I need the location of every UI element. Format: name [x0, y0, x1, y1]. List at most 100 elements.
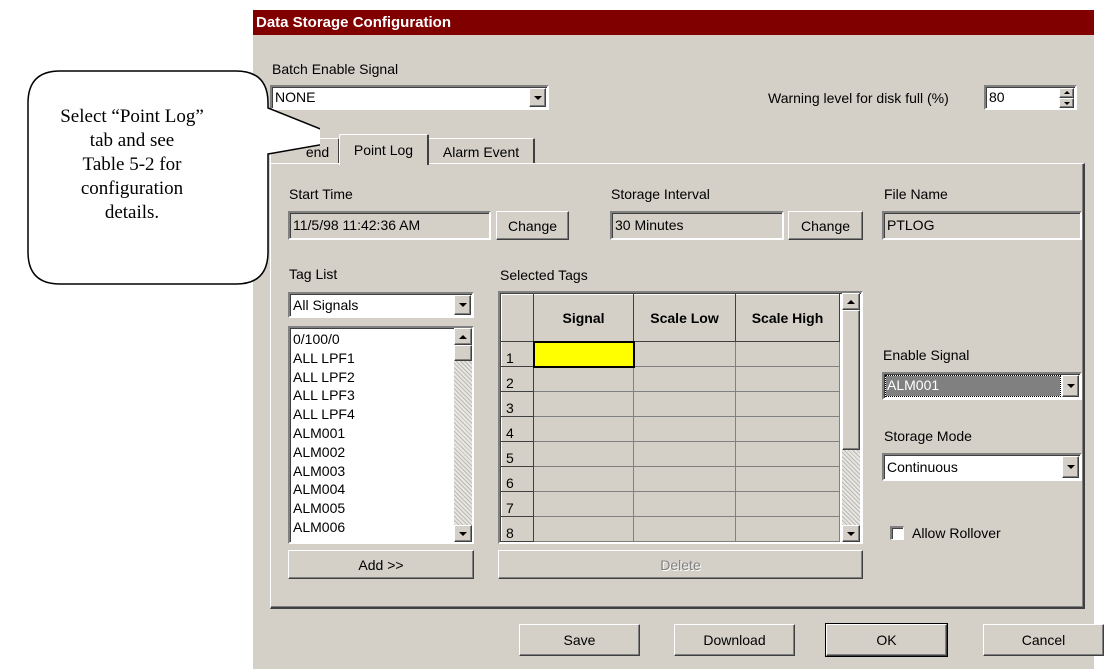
table-row: 6 [501, 466, 840, 492]
list-item[interactable]: ALM006 [293, 518, 355, 537]
scale-high-cell[interactable] [735, 341, 840, 367]
tag-listbox[interactable]: 0/100/0 ALL LPF1 ALL LPF2 ALL LPF3 ALL L… [288, 326, 474, 544]
storage-interval-field: 30 Minutes [610, 211, 784, 240]
list-item[interactable]: ALM002 [293, 443, 355, 462]
list-item[interactable]: ALM005 [293, 499, 355, 518]
row-number[interactable]: 2 [501, 366, 534, 392]
file-name-label: File Name [884, 186, 948, 202]
signal-cell[interactable] [533, 516, 634, 542]
scale-low-cell[interactable] [633, 416, 736, 442]
list-item[interactable]: ALL LPF2 [293, 368, 355, 387]
table-row: 1 [501, 340, 840, 368]
signal-cell[interactable] [533, 391, 634, 417]
scale-high-cell[interactable] [735, 441, 840, 467]
column-header-scale-high[interactable]: Scale High [735, 294, 840, 342]
list-item[interactable]: ALL LPF1 [293, 349, 355, 368]
list-item[interactable]: ALL LPF3 [293, 386, 355, 405]
signal-cell[interactable] [533, 416, 634, 442]
scale-low-cell[interactable] [633, 341, 736, 367]
chevron-down-icon [458, 303, 467, 307]
signal-cell[interactable] [533, 366, 634, 392]
chevron-down-icon [533, 95, 542, 100]
row-number[interactable]: 6 [501, 466, 534, 492]
row-number[interactable]: 3 [501, 391, 534, 417]
scale-high-cell[interactable] [735, 416, 840, 442]
arrow-down-icon [459, 531, 467, 536]
storage-mode-dropdown-button[interactable] [1062, 456, 1079, 478]
scale-low-cell[interactable] [633, 441, 736, 467]
column-header-signal[interactable]: Signal [533, 294, 634, 342]
row-number[interactable]: 7 [501, 491, 534, 517]
scale-low-cell[interactable] [633, 466, 736, 492]
callout-line: details. [104, 202, 160, 223]
delete-button[interactable]: Delete [498, 550, 863, 579]
list-item[interactable]: ALM003 [293, 462, 355, 481]
spinner-down-button[interactable] [1059, 98, 1074, 108]
list-item[interactable]: 0/100/0 [293, 330, 355, 349]
scale-low-cell[interactable] [633, 516, 736, 542]
scale-low-cell[interactable] [633, 491, 736, 517]
tab-alarm-event-label: Alarm Event [442, 143, 520, 160]
selected-tags-grid[interactable]: Signal Scale Low Scale High 1 2 3 4 5 6 … [498, 291, 863, 544]
signal-cell[interactable] [533, 466, 634, 492]
save-button[interactable]: Save [519, 624, 640, 656]
table-row: 3 [501, 391, 840, 417]
spinner-up-button[interactable] [1059, 88, 1074, 98]
scale-high-cell[interactable] [735, 491, 840, 517]
scale-high-cell[interactable] [735, 391, 840, 417]
start-time-change-button[interactable]: Change [496, 211, 569, 240]
column-header-scale-low[interactable]: Scale Low [633, 294, 736, 342]
download-button[interactable]: Download [674, 624, 795, 656]
tab-point-log[interactable]: Point Log [339, 134, 429, 165]
scale-high-cell[interactable] [735, 466, 840, 492]
storage-mode-select[interactable]: Continuous [882, 453, 1082, 481]
arrow-down-icon [1063, 102, 1070, 105]
scale-low-cell[interactable] [633, 391, 736, 417]
grid-scroll-thumb[interactable] [842, 310, 860, 450]
enable-signal-select[interactable]: ALM001 [882, 372, 1082, 400]
enable-signal-label: Enable Signal [883, 347, 970, 363]
storage-interval-change-button[interactable]: Change [788, 211, 863, 240]
list-item[interactable]: ALM004 [293, 480, 355, 499]
callout-line: Table 5-2 for [82, 154, 182, 175]
callout-text: Select “Point Log” tab and see Table 5-2… [44, 105, 220, 225]
enable-signal-value: ALM001 [885, 375, 1061, 397]
file-name-field[interactable]: PTLOG [882, 211, 1082, 240]
row-number[interactable]: 5 [501, 441, 534, 467]
add-button[interactable]: Add >> [288, 550, 474, 579]
table-row: 8 [501, 516, 840, 542]
scale-high-cell[interactable] [735, 516, 840, 542]
grid-scroll-up-button[interactable] [842, 293, 860, 310]
warning-level-spinner[interactable]: 80 [984, 85, 1077, 110]
tag-list-items: 0/100/0 ALL LPF1 ALL LPF2 ALL LPF3 ALL L… [293, 330, 355, 537]
tag-filter-dropdown-button[interactable] [454, 295, 471, 315]
signal-cell[interactable] [533, 441, 634, 467]
storage-interval-label: Storage Interval [611, 186, 710, 202]
scroll-down-button[interactable] [454, 525, 472, 542]
scale-low-cell[interactable] [633, 366, 736, 392]
row-number[interactable]: 8 [501, 516, 534, 542]
allow-rollover-checkbox[interactable] [890, 526, 904, 540]
table-row: 7 [501, 491, 840, 517]
storage-interval-value: 30 Minutes [615, 217, 684, 233]
scroll-up-button[interactable] [454, 328, 472, 345]
enable-signal-dropdown-button[interactable] [1062, 375, 1079, 397]
ok-button[interactable]: OK [825, 623, 948, 657]
signal-cell[interactable] [533, 491, 634, 517]
grid-scroll-down-button[interactable] [842, 525, 860, 542]
list-item[interactable]: ALL LPF4 [293, 405, 355, 424]
list-item[interactable]: ALM001 [293, 424, 355, 443]
arrow-up-icon [1063, 91, 1070, 94]
signal-cell-selected[interactable] [532, 340, 635, 368]
chevron-down-icon [1066, 465, 1075, 469]
row-number[interactable]: 4 [501, 416, 534, 442]
scroll-thumb[interactable] [454, 345, 472, 361]
arrow-down-icon [847, 531, 855, 536]
arrow-up-icon [847, 299, 855, 304]
tab-alarm-event[interactable]: Alarm Event [428, 138, 535, 164]
cancel-button[interactable]: Cancel [983, 624, 1104, 656]
scale-high-cell[interactable] [735, 366, 840, 392]
row-number[interactable]: 1 [501, 341, 534, 367]
table-row: 5 [501, 441, 840, 467]
batch-enable-dropdown-button[interactable] [529, 88, 546, 107]
